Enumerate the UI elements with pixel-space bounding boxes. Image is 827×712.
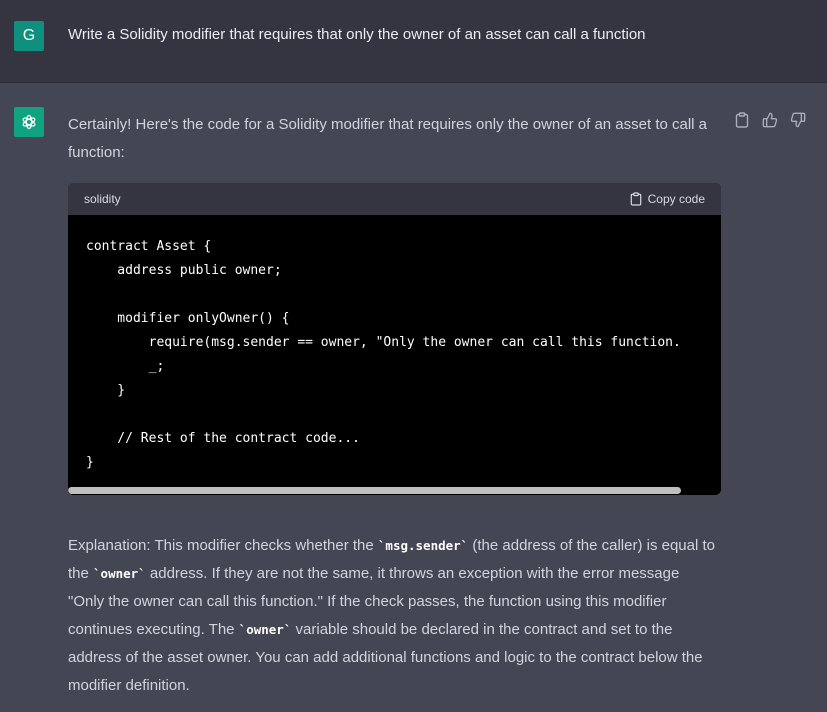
user-avatar: G — [14, 21, 44, 51]
user-message-text: Write a Solidity modifier that requires … — [68, 26, 646, 43]
message-actions — [733, 111, 807, 129]
assistant-avatar — [14, 107, 44, 137]
assistant-intro-text: Certainly! Here's the code for a Solidit… — [68, 116, 708, 161]
code-language-label: solidity — [84, 192, 121, 206]
copy-code-button[interactable]: Copy code — [630, 192, 705, 206]
explanation-text: Explanation: This modifier checks whethe… — [68, 537, 378, 554]
clipboard-icon — [630, 192, 641, 206]
user-message-row: G Write a Solidity modifier that require… — [0, 0, 827, 83]
code-line: // Rest of the contract code... — [86, 431, 360, 446]
scrollbar-thumb[interactable] — [68, 487, 681, 494]
code-horizontal-scrollbar[interactable] — [68, 486, 721, 495]
code-content: contract Asset { address public owner; m… — [68, 215, 721, 475]
inline-code-msg-sender: `msg.sender` — [377, 538, 469, 553]
thumbs-down-icon[interactable] — [789, 111, 807, 129]
clipboard-icon[interactable] — [733, 111, 751, 129]
code-block: solidity Copy code contract Asset { addr… — [68, 183, 721, 495]
openai-logo-icon — [22, 114, 36, 130]
code-line: modifier onlyOwner() { — [86, 311, 290, 326]
assistant-message-row: Certainly! Here's the code for a Solidit… — [0, 83, 827, 712]
code-block-header: solidity Copy code — [68, 183, 721, 215]
inline-code-owner: `owner` — [238, 622, 292, 637]
code-line: contract Asset { — [86, 239, 212, 254]
code-line: address public owner; — [86, 263, 282, 278]
explanation-paragraph: Explanation: This modifier checks whethe… — [68, 532, 718, 700]
code-line: require(msg.sender == owner, "Only the o… — [86, 335, 681, 350]
thumbs-up-icon[interactable] — [761, 111, 779, 129]
code-line: } — [86, 383, 126, 398]
code-line: _; — [86, 359, 165, 374]
inline-code-owner: `owner` — [93, 566, 146, 581]
copy-code-label: Copy code — [647, 192, 705, 206]
code-line: } — [86, 455, 94, 470]
